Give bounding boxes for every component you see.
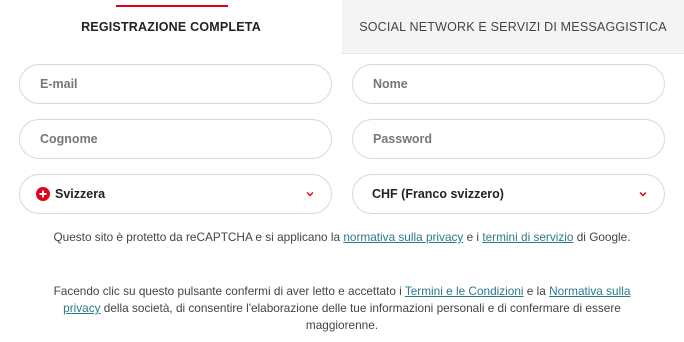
password-field[interactable] [352, 119, 665, 159]
password-input[interactable] [373, 132, 664, 146]
consent-terms-link[interactable]: Termini e le Condizioni [405, 284, 524, 298]
recaptcha-text: di Google. [573, 230, 631, 244]
email-input[interactable] [40, 77, 331, 91]
tab-registrazione-completa[interactable]: REGISTRAZIONE COMPLETA [0, 0, 342, 54]
registration-panel: REGISTRAZIONE COMPLETA SOCIAL NETWORK E … [0, 0, 684, 342]
recaptcha-text: Questo sito è protetto da reCAPTCHA e si… [53, 230, 344, 244]
nome-input[interactable] [373, 77, 664, 91]
currency-value: CHF (Franco svizzero) [372, 187, 504, 201]
tab-label: REGISTRAZIONE COMPLETA [81, 20, 261, 34]
consent-text: e la [523, 284, 550, 298]
currency-select[interactable]: CHF (Franco svizzero) [352, 174, 665, 214]
cognome-input[interactable] [40, 132, 331, 146]
recaptcha-text: e i [463, 230, 483, 244]
country-select[interactable]: Svizzera [19, 174, 332, 214]
nome-field[interactable] [352, 64, 665, 104]
swiss-flag-icon [36, 187, 50, 201]
tab-social-network[interactable]: SOCIAL NETWORK E SERVIZI DI MESSAGGISTIC… [342, 0, 684, 54]
recaptcha-notice: Questo sito è protetto da reCAPTCHA e si… [30, 229, 654, 246]
consent-notice: Facendo clic su questo pulsante confermi… [40, 283, 644, 334]
cognome-field[interactable] [19, 119, 332, 159]
registration-tabs: REGISTRAZIONE COMPLETA SOCIAL NETWORK E … [0, 0, 684, 54]
country-value: Svizzera [55, 187, 106, 201]
recaptcha-privacy-link[interactable]: normativa sulla privacy [343, 230, 463, 244]
consent-text: Facendo clic su questo pulsante confermi… [53, 284, 405, 298]
chevron-down-icon [306, 192, 314, 197]
tab-label: SOCIAL NETWORK E SERVIZI DI MESSAGGISTIC… [359, 19, 667, 34]
consent-text: della società, di consentire l'elaborazi… [100, 301, 621, 332]
recaptcha-terms-link[interactable]: termini di servizio [482, 230, 573, 244]
chevron-down-icon [639, 192, 647, 197]
email-field[interactable] [19, 64, 332, 104]
